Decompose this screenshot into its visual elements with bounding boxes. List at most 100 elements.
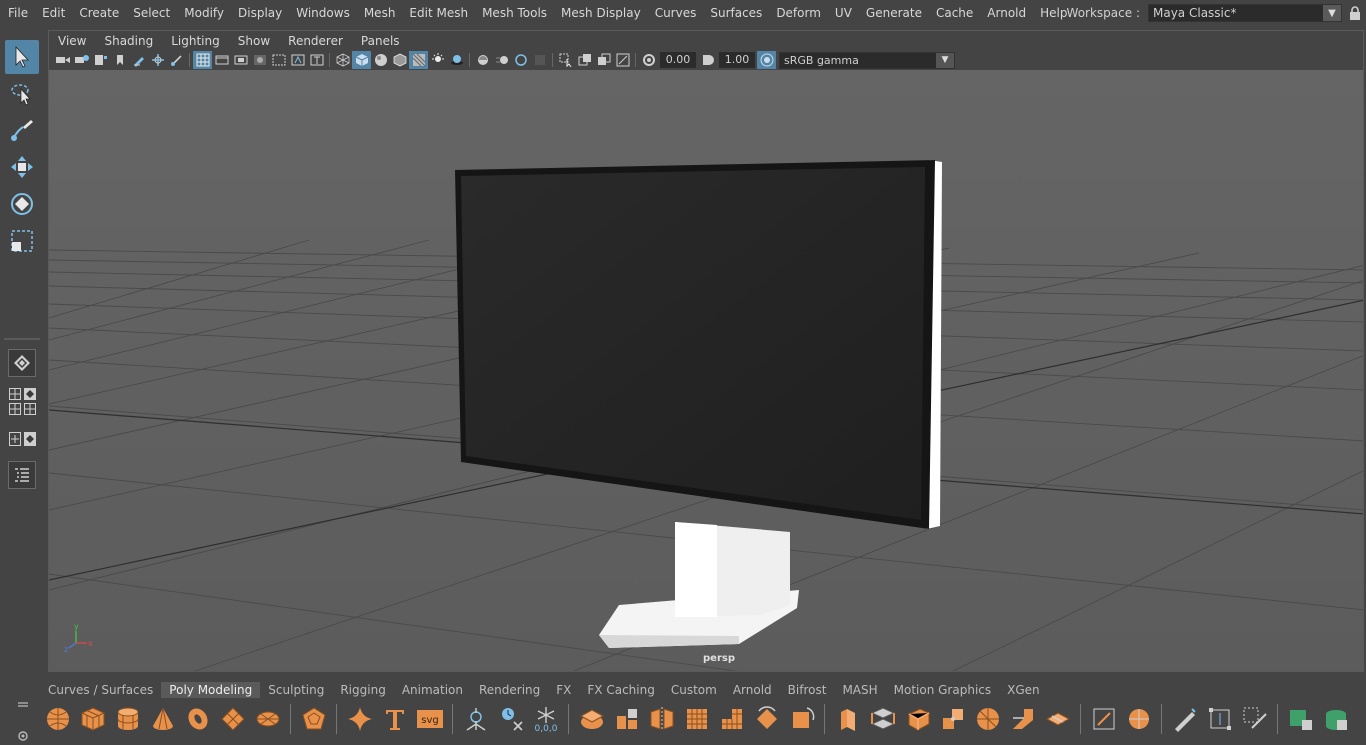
smooth-icon[interactable] <box>679 702 714 736</box>
textured-icon[interactable] <box>409 51 428 69</box>
menu-file[interactable]: File <box>0 2 35 24</box>
resolution-gate-icon[interactable] <box>231 51 250 69</box>
rotate-tool-icon[interactable] <box>5 187 39 221</box>
automatic-uv-icon[interactable] <box>1121 702 1156 736</box>
menu-mesh[interactable]: Mesh <box>357 2 403 24</box>
motion-blur-icon[interactable] <box>492 51 511 69</box>
tab-bifrost[interactable]: Bifrost <box>780 682 835 698</box>
tab-fx[interactable]: FX <box>548 682 579 698</box>
outliner-icon[interactable] <box>8 461 36 489</box>
tab-rigging[interactable]: Rigging <box>332 682 393 698</box>
panel-menu-renderer[interactable]: Renderer <box>279 34 352 48</box>
combine-icon[interactable] <box>574 702 609 736</box>
menu-curves[interactable]: Curves <box>648 2 704 24</box>
persp-outliner-view-icon[interactable] <box>24 388 36 400</box>
menu-uv[interactable]: UV <box>828 2 859 24</box>
four-view-alt-icon[interactable] <box>9 403 21 415</box>
poly-torus-icon[interactable] <box>180 702 215 736</box>
uv-editor-icon[interactable] <box>1086 702 1121 736</box>
exposure-icon[interactable] <box>639 51 658 69</box>
poly-disc-icon[interactable] <box>250 702 285 736</box>
safe-title-icon[interactable] <box>307 51 326 69</box>
svg-tool-icon[interactable]: svg <box>412 702 447 736</box>
menu-deform[interactable]: Deform <box>769 2 828 24</box>
move-tool-icon[interactable] <box>5 150 39 184</box>
poly-cube-icon[interactable] <box>75 702 110 736</box>
render-view-icon[interactable] <box>1318 702 1353 736</box>
menu-edit-mesh[interactable]: Edit Mesh <box>402 2 475 24</box>
tab-motion-graphics[interactable]: Motion Graphics <box>886 682 1000 698</box>
chevron-down-icon[interactable]: ▼ <box>936 52 954 68</box>
xray-joints-icon[interactable] <box>613 51 632 69</box>
merge-icon[interactable] <box>935 702 970 736</box>
gamma-icon[interactable] <box>698 51 717 69</box>
panel-menu-shading[interactable]: Shading <box>95 34 162 48</box>
menu-select[interactable]: Select <box>126 2 177 24</box>
two-view-icon[interactable] <box>9 432 21 446</box>
xray-active-components-icon[interactable] <box>594 51 613 69</box>
insert-edge-loop-icon[interactable] <box>1040 702 1075 736</box>
grid-icon[interactable] <box>193 51 212 69</box>
exposure-field[interactable]: 0.00 <box>660 52 696 68</box>
3d-scene-canvas[interactable]: y x z <box>49 70 1364 672</box>
poly-cone-icon[interactable] <box>145 702 180 736</box>
field-chart-icon[interactable] <box>269 51 288 69</box>
menu-surfaces[interactable]: Surfaces <box>703 2 769 24</box>
screen-space-ao-icon[interactable] <box>473 51 492 69</box>
four-view-icon[interactable] <box>9 388 21 400</box>
panel-menu-view[interactable]: View <box>49 34 95 48</box>
tab-poly-modeling[interactable]: Poly Modeling <box>161 682 261 698</box>
safe-action-icon[interactable] <box>288 51 307 69</box>
bounding-box-icon[interactable] <box>1202 702 1237 736</box>
persp-graph-view-icon[interactable] <box>24 432 36 446</box>
panel-menu-lighting[interactable]: Lighting <box>162 34 229 48</box>
grease-pencil-icon[interactable] <box>129 51 148 69</box>
workspace-dropdown[interactable]: Maya Classic* ▼ <box>1148 4 1342 22</box>
tab-rendering[interactable]: Rendering <box>471 682 548 698</box>
menu-mesh-display[interactable]: Mesh Display <box>554 2 648 24</box>
bridge-icon[interactable] <box>865 702 900 736</box>
poly-cylinder-icon[interactable] <box>110 702 145 736</box>
menu-create[interactable]: Create <box>72 2 126 24</box>
tab-fx-caching[interactable]: FX Caching <box>579 682 662 698</box>
sculpt-brush-icon[interactable] <box>1167 702 1202 736</box>
bookmark-icon[interactable] <box>91 51 110 69</box>
anti-aliasing-icon[interactable] <box>511 51 530 69</box>
color-management-icon[interactable] <box>757 51 776 69</box>
shadows-icon[interactable] <box>447 51 466 69</box>
paint-select-tool-icon[interactable] <box>5 113 39 147</box>
camera-attributes-icon[interactable] <box>72 51 91 69</box>
poly-sphere-icon[interactable] <box>40 702 75 736</box>
use-all-lights-icon[interactable] <box>428 51 447 69</box>
viewport-panel[interactable]: View Shading Lighting Show Renderer Pane… <box>48 30 1364 672</box>
history-snap-icon[interactable] <box>493 702 528 736</box>
single-perspective-view-icon[interactable] <box>8 349 36 377</box>
chevron-down-icon[interactable]: ▼ <box>1323 5 1341 21</box>
platonic-solid-icon[interactable] <box>296 702 331 736</box>
live-surface-icon[interactable] <box>458 702 493 736</box>
xray-icon[interactable] <box>575 51 594 69</box>
wireframe-on-shaded-icon[interactable] <box>390 51 409 69</box>
menu-cache[interactable]: Cache <box>929 2 980 24</box>
tab-custom[interactable]: Custom <box>663 682 725 698</box>
brush-icon[interactable] <box>167 51 186 69</box>
type-tool-icon[interactable] <box>377 702 412 736</box>
2d-pan-zoom-icon[interactable] <box>148 51 167 69</box>
target-weld-icon[interactable] <box>1005 702 1040 736</box>
menu-display[interactable]: Display <box>231 2 289 24</box>
camera-select-icon[interactable] <box>53 51 72 69</box>
lock-icon[interactable] <box>1344 2 1366 24</box>
mirror-icon[interactable] <box>644 702 679 736</box>
four-view-grid-icon[interactable] <box>24 403 36 415</box>
view-transform-dropdown[interactable]: sRGB gamma ▼ <box>779 51 955 69</box>
tab-mash[interactable]: MASH <box>834 682 885 698</box>
menu-arnold[interactable]: Arnold <box>980 2 1033 24</box>
super-shape-icon[interactable] <box>342 702 377 736</box>
extrude-icon[interactable] <box>830 702 865 736</box>
menu-windows[interactable]: Windows <box>289 2 357 24</box>
remesh-icon[interactable] <box>749 702 784 736</box>
gamma-field[interactable]: 1.00 <box>719 52 755 68</box>
menu-modify[interactable]: Modify <box>177 2 231 24</box>
tab-sculpting[interactable]: Sculpting <box>260 682 332 698</box>
film-gate-icon[interactable] <box>212 51 231 69</box>
